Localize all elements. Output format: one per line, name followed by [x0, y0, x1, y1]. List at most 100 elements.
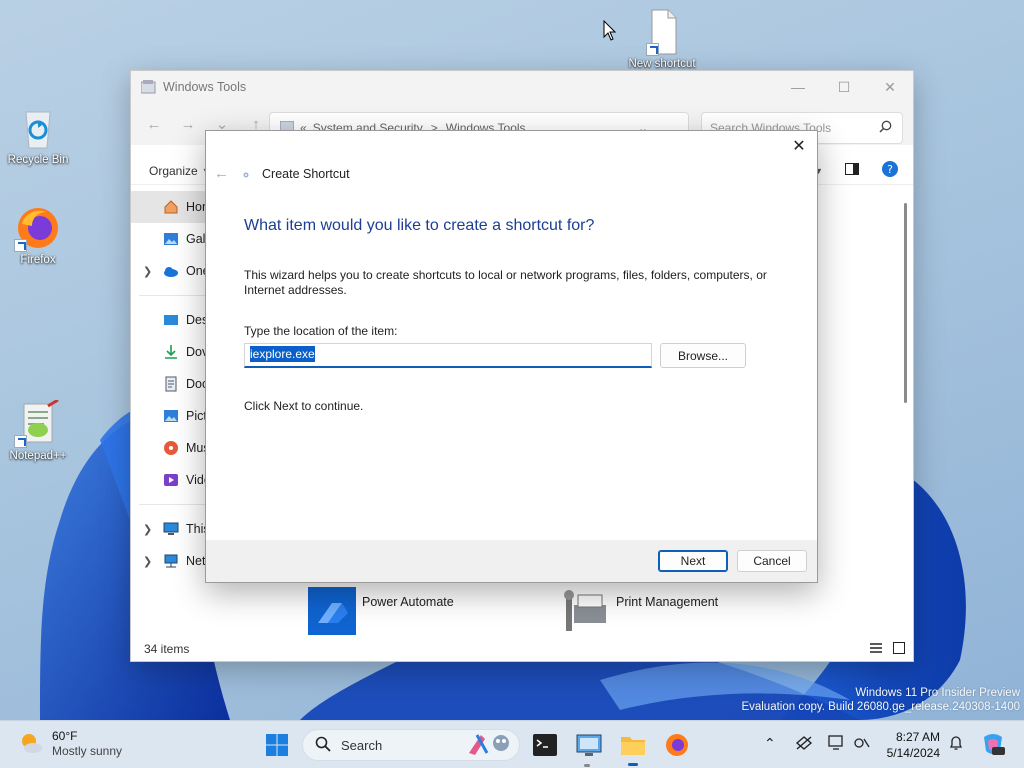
- wizard-footer: Next Cancel: [206, 540, 817, 582]
- search-label: Search: [341, 737, 383, 753]
- taskbar-firefox[interactable]: [662, 730, 692, 760]
- folder-icon: [621, 737, 645, 755]
- taskbar-control-panel[interactable]: [574, 730, 604, 760]
- details-view-icon[interactable]: [869, 642, 883, 657]
- location-value: iexplore.exe: [250, 346, 315, 362]
- weather-temperature: 60°F: [52, 729, 78, 743]
- svg-text:?: ?: [887, 163, 893, 176]
- clock[interactable]: 8:27 AM 5/14/2024: [887, 729, 940, 761]
- chevron-right-icon[interactable]: ❯: [143, 523, 152, 536]
- forward-button[interactable]: →: [175, 111, 201, 137]
- recycle-bin-icon: [14, 104, 62, 152]
- home-icon: [163, 199, 179, 215]
- taskbar-search[interactable]: Search: [302, 729, 520, 761]
- weather-condition: Mostly sunny: [52, 744, 123, 758]
- desktop-icon-label: Notepad++: [9, 450, 67, 462]
- firefox-icon: [666, 734, 688, 756]
- tiles-view-icon[interactable]: [893, 641, 905, 657]
- close-button[interactable]: ✕: [787, 135, 811, 157]
- taskbar-file-explorer[interactable]: [618, 730, 648, 760]
- item-print-management[interactable]: Print Management: [562, 587, 718, 638]
- back-arrow-icon[interactable]: ←: [214, 165, 230, 182]
- create-shortcut-dialog: ✕ ← Create Shortcut What item would you …: [205, 130, 818, 583]
- shortcut-arrow-icon: [14, 239, 27, 252]
- display-icon[interactable]: [828, 735, 846, 754]
- running-indicator: [584, 764, 590, 767]
- close-button[interactable]: ✕: [867, 71, 913, 103]
- continue-hint: Click Next to continue.: [244, 399, 364, 413]
- maximize-button[interactable]: ☐: [821, 71, 867, 103]
- shortcut-arrow-icon: [14, 435, 27, 448]
- evaluation-watermark: Windows 11 Pro Insider Preview Evaluatio…: [741, 686, 1020, 714]
- item-count: 34 items: [144, 642, 190, 656]
- notepad-plus-plus-icon: [14, 398, 62, 448]
- search-highlight-icon: [467, 731, 513, 760]
- sidebar-item-label: Hor: [186, 200, 207, 214]
- print-management-icon: [562, 587, 610, 638]
- gallery-icon: [163, 231, 179, 247]
- desktop-icon-label: Firefox: [20, 254, 56, 266]
- desktop-icon-firefox[interactable]: Firefox: [0, 204, 76, 266]
- videos-icon: [163, 472, 179, 488]
- taskbar-terminal[interactable]: [530, 730, 560, 760]
- help-icon[interactable]: ?: [881, 160, 899, 181]
- clock-time: 8:27 AM: [895, 730, 940, 744]
- windows-logo-icon: [266, 734, 288, 756]
- pictures-icon: [163, 408, 179, 424]
- network-disconnected-icon[interactable]: [795, 735, 813, 754]
- location-label: Type the location of the item:: [244, 324, 398, 338]
- network-icon: [163, 553, 179, 569]
- sidebar-item-label: Pict: [186, 409, 207, 423]
- document-icon: [163, 376, 179, 392]
- desktop-icon-label: New shortcut: [628, 58, 696, 70]
- wizard-title: Create Shortcut: [262, 166, 350, 181]
- terminal-icon: [533, 734, 557, 756]
- wizard-description: This wizard helps you to create shortcut…: [244, 268, 767, 297]
- taskbar: 60°F Mostly sunny Search ⌃ 8:27 AM 5/14/…: [0, 720, 1024, 768]
- item-label: Print Management: [616, 595, 719, 609]
- chevron-right-icon[interactable]: ❯: [143, 265, 152, 278]
- location-input[interactable]: iexplore.exe: [244, 343, 652, 368]
- explorer-titlebar[interactable]: Windows Tools — ☐ ✕: [131, 71, 913, 103]
- organize-menu[interactable]: Organize: [149, 164, 198, 178]
- back-button[interactable]: ←: [141, 111, 167, 137]
- blank-file-icon: [638, 8, 686, 56]
- onedrive-icon: [163, 263, 179, 279]
- desktop-icon: [163, 312, 179, 328]
- desktop-icon-label: Recycle Bin: [7, 154, 69, 166]
- wizard-header: ← Create Shortcut: [214, 165, 350, 182]
- power-automate-icon: [308, 587, 356, 638]
- browse-button[interactable]: Browse...: [660, 343, 746, 368]
- desktop-icon-recycle-bin[interactable]: Recycle Bin: [0, 104, 76, 166]
- clock-date: 5/14/2024: [886, 746, 940, 760]
- weather-widget[interactable]: 60°F Mostly sunny: [18, 729, 122, 759]
- download-icon: [163, 344, 179, 360]
- notification-bell-icon[interactable]: [948, 735, 964, 754]
- watermark-line: Evaluation copy. Build 26080.ge_release.…: [741, 701, 1020, 713]
- shortcut-arrow-icon: [646, 43, 659, 56]
- next-button[interactable]: Next: [658, 550, 728, 572]
- chevron-right-icon[interactable]: ❯: [143, 555, 152, 568]
- search-icon: [315, 736, 331, 755]
- desktop-icon-new-shortcut[interactable]: New shortcut: [624, 8, 700, 70]
- copilot-icon[interactable]: [980, 731, 1006, 760]
- preview-pane-icon[interactable]: [845, 163, 859, 178]
- wizard-heading: What item would you like to create a sho…: [244, 217, 595, 234]
- active-indicator: [628, 763, 638, 766]
- minimize-button[interactable]: —: [775, 71, 821, 103]
- cancel-button[interactable]: Cancel: [737, 550, 807, 572]
- item-power-automate[interactable]: Power Automate: [308, 587, 454, 638]
- windows-tools-icon: [140, 80, 157, 94]
- firefox-icon: [14, 204, 62, 252]
- search-icon: [879, 120, 892, 136]
- chevron-up-icon[interactable]: ⌃: [764, 735, 776, 752]
- explorer-title: Windows Tools: [163, 80, 247, 94]
- music-icon: [163, 440, 179, 456]
- item-label: Power Automate: [362, 595, 454, 609]
- desktop-icon-notepad-plus-plus[interactable]: Notepad++: [0, 398, 76, 462]
- start-button[interactable]: [262, 730, 292, 760]
- vertical-scrollbar[interactable]: [904, 203, 907, 403]
- computer-icon: [163, 521, 179, 537]
- accessibility-icon[interactable]: [853, 735, 871, 754]
- control-panel-icon: [576, 734, 602, 756]
